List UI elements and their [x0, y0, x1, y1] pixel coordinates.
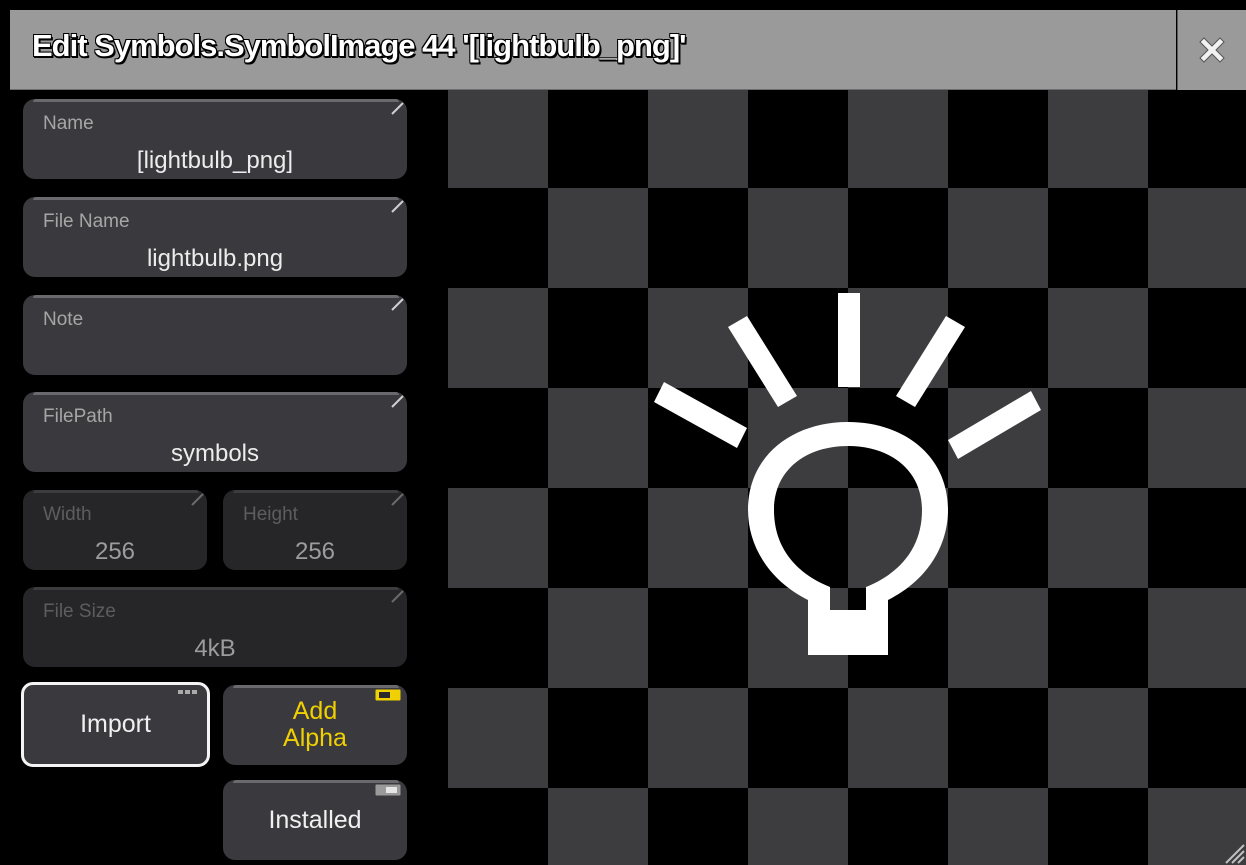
height-value: 256	[294, 538, 336, 565]
name-field[interactable]: Name [lightbulb_png]	[23, 99, 407, 179]
title-bar: Edit Symbols.SymbolImage 44 '[lightbulb_…	[10, 10, 1176, 90]
note-label: Note	[43, 309, 84, 330]
file-size-label: File Size	[43, 601, 116, 622]
installed-label: Installed	[268, 805, 362, 834]
width-value: 256	[94, 538, 136, 565]
width-label: Width	[43, 504, 92, 525]
file-path-label: FilePath	[43, 406, 113, 427]
toggle-off-icon	[375, 784, 401, 796]
edit-corner-icon	[391, 298, 404, 311]
file-size-field: File Size 4kB	[23, 587, 407, 667]
file-name-label: File Name	[43, 211, 130, 232]
installed-button[interactable]: Installed	[223, 780, 407, 860]
edit-corner-icon	[391, 395, 404, 408]
edit-corner-icon	[391, 493, 404, 506]
name-label: Name	[43, 113, 94, 134]
close-button[interactable]	[1177, 10, 1246, 90]
edit-corner-icon	[191, 493, 204, 506]
lightbulb-icon	[654, 293, 1041, 655]
edit-corner-icon	[391, 590, 404, 603]
properties-panel: Name [lightbulb_png] File Name lightbulb…	[10, 90, 448, 865]
file-size-value: 4kB	[194, 635, 236, 662]
more-dots-icon	[178, 690, 197, 694]
window-title: Edit Symbols.SymbolImage 44 '[lightbulb_…	[32, 28, 687, 63]
edit-corner-icon	[391, 200, 404, 213]
import-label: Import	[80, 710, 151, 738]
file-path-value: symbols	[170, 440, 260, 467]
note-field[interactable]: Note	[23, 295, 407, 375]
file-name-value: lightbulb.png	[146, 245, 284, 272]
add-alpha-button[interactable]: Add Alpha	[223, 685, 407, 765]
file-name-field[interactable]: File Name lightbulb.png	[23, 197, 407, 277]
edit-corner-icon	[391, 102, 404, 115]
toggle-on-icon	[375, 689, 401, 701]
height-field: Height 256	[223, 490, 407, 570]
add-alpha-label-line2: Alpha	[283, 724, 347, 752]
add-alpha-label-line1: Add	[292, 697, 338, 725]
file-path-field[interactable]: FilePath symbols	[23, 392, 407, 472]
resize-grip-icon[interactable]	[1220, 839, 1246, 865]
name-value: [lightbulb_png]	[136, 147, 294, 174]
height-label: Height	[243, 504, 298, 525]
close-x-icon	[1199, 37, 1225, 63]
import-button[interactable]: Import	[21, 682, 210, 767]
width-field: Width 256	[23, 490, 207, 570]
image-preview	[448, 90, 1246, 865]
